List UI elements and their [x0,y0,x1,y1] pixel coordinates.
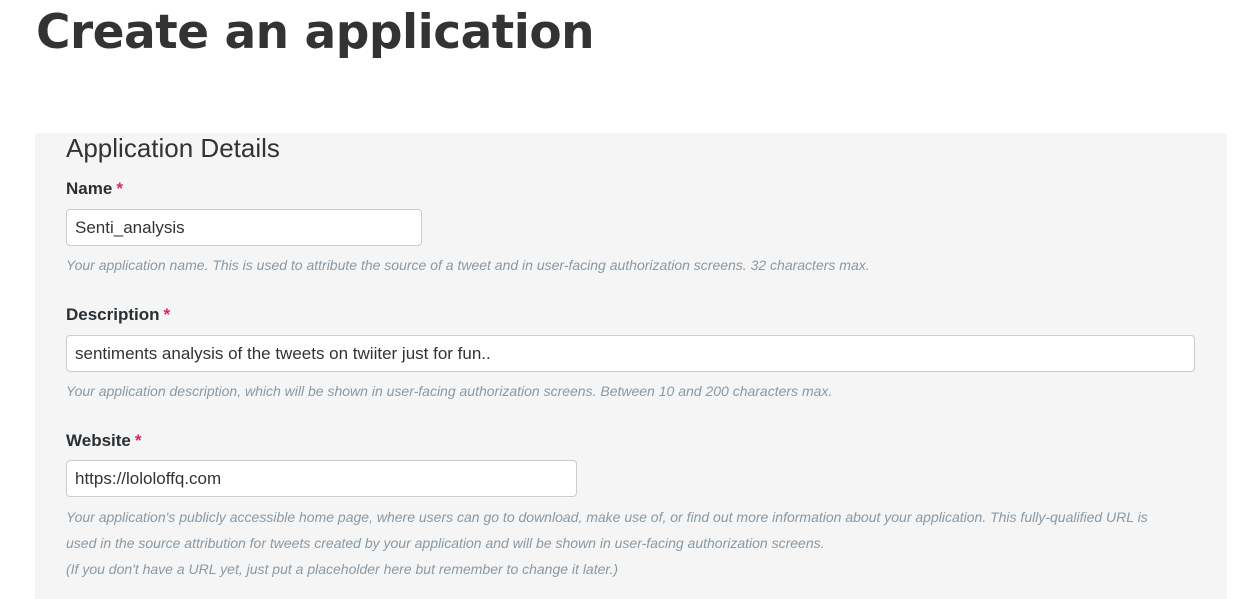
description-required-marker: * [163,305,171,324]
name-input[interactable]: Senti_analysis [66,209,422,246]
website-help-text: Your application's publicly accessible h… [66,504,1206,582]
application-details-panel: Application Details Name * Senti_analysis… [35,133,1227,599]
page-title: Create an application [36,5,595,60]
section-title: Application Details [66,133,280,163]
website-help-line-1: Your application's publicly accessible h… [66,509,1148,525]
name-label: Name * [66,179,123,199]
description-label-text: Description [66,305,160,324]
description-label: Description * [66,305,170,325]
website-required-marker: * [134,431,142,450]
website-label: Website * [66,431,142,451]
website-help-line-2: used in the source attribution for tweet… [66,535,825,551]
description-help-text: Your application description, which will… [66,383,833,399]
website-input[interactable]: https://lololoffq.com [66,460,577,497]
name-help-text: Your application name. This is used to a… [66,257,870,273]
name-label-text: Name [66,179,113,198]
description-input[interactable]: sentiments analysis of the tweets on twi… [66,335,1195,372]
website-label-text: Website [66,431,131,450]
website-help-line-3: (If you don't have a URL yet, just put a… [66,561,619,577]
name-required-marker: * [116,179,123,198]
